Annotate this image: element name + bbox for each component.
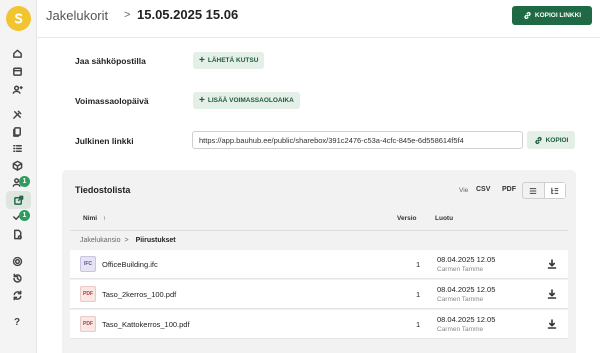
more-options-icon[interactable]: ⋮ [204, 8, 216, 20]
file-created-by: Carmen Tamme [437, 296, 484, 303]
file-name[interactable]: Taso_Kattokerros_100.pdf [102, 320, 190, 329]
sort-ascending-icon: ↑ [102, 215, 107, 222]
copy-button[interactable]: KOPIOI [527, 131, 575, 149]
export-csv-button[interactable]: CSV [476, 186, 490, 193]
list-icon [530, 187, 537, 194]
column-version[interactable]: Versio [397, 215, 417, 222]
download-icon[interactable] [547, 289, 557, 299]
link-icon [524, 11, 531, 20]
export-label: Vie [459, 187, 469, 194]
table-row[interactable]: IFC OfficeBuilding.ifc 1 08.04.2025 12.0… [70, 250, 568, 279]
page-title: 15.05.2025 15.06 [137, 7, 239, 22]
settings-icon[interactable] [10, 254, 24, 268]
public-link-label: Julkinen linkki [75, 136, 134, 146]
page-header: Jakelukorit > 15.05.2025 15.06 ⋮ KOPIOI … [37, 0, 600, 38]
file-created-date: 08.04.2025 12.05 [437, 255, 496, 264]
calendar-icon[interactable] [10, 64, 24, 78]
table-row[interactable]: PDF Taso_Kattokerros_100.pdf 1 08.04.202… [70, 310, 568, 339]
public-link-field[interactable]: https://app.bauhub.ee/public/sharebox/39… [192, 131, 523, 149]
copy-link-label: KOPIOI LINKKI [534, 12, 582, 19]
file-created-by: Carmen Tamme [437, 326, 484, 333]
file-list-title: Tiedostolista [75, 185, 131, 195]
user-tasks-badge: 1 [19, 176, 30, 187]
email-share-label: Jaa sähköpostilla [75, 56, 146, 66]
contacts-icon[interactable] [10, 82, 24, 96]
checklist-icon[interactable] [10, 141, 24, 155]
breadcrumb-root[interactable]: Jakelukansio [80, 237, 120, 244]
approval-badge: 1 [19, 210, 30, 221]
share-icon[interactable] [6, 191, 31, 209]
copy-link-button[interactable]: KOPIOI LINKKI [512, 6, 592, 25]
tools-icon[interactable] [10, 107, 24, 121]
help-icon[interactable]: ? [10, 315, 24, 329]
list-view-button[interactable] [523, 183, 544, 198]
link-icon [534, 136, 542, 144]
send-invite-button[interactable]: + LÄHETÄ KUTSU [193, 52, 265, 69]
column-name[interactable]: Nimi ↑ [83, 215, 106, 222]
download-icon[interactable] [547, 319, 557, 329]
download-icon[interactable] [547, 259, 557, 269]
file-name[interactable]: OfficeBuilding.ifc [102, 260, 158, 269]
add-validity-button[interactable]: + LISÄÄ VOIMASSAOLOAIKA [193, 92, 300, 109]
ifc-file-icon: IFC [80, 256, 96, 272]
breadcrumb-separator: > [124, 237, 129, 244]
add-validity-label: LISÄÄ VOIMASSAOLOAIKA [207, 97, 294, 104]
folder-breadcrumb: Jakelukansio > Piirustukset [70, 230, 568, 250]
column-created[interactable]: Luotu [435, 215, 453, 222]
pdf-file-icon: PDF [80, 286, 96, 302]
tree-list-icon [551, 187, 558, 194]
file-created-by: Carmen Tamme [437, 266, 484, 273]
pdf-file-icon: PDF [80, 316, 96, 332]
bauhub-logo[interactable] [6, 6, 31, 31]
breadcrumb-parent[interactable]: Jakelukorit [46, 8, 108, 23]
history-icon[interactable] [10, 271, 24, 285]
copy-label: KOPIOI [545, 136, 569, 144]
sync-icon[interactable] [10, 288, 24, 302]
file-version: 1 [416, 260, 421, 269]
home-icon[interactable] [10, 46, 24, 60]
documents-icon[interactable] [10, 124, 24, 138]
file-version: 1 [416, 290, 421, 299]
file-created-date: 08.04.2025 12.05 [437, 315, 496, 324]
box-icon[interactable] [10, 158, 24, 172]
plus-icon: + [199, 94, 205, 106]
table-row[interactable]: PDF Taso_2kerros_100.pdf 1 08.04.2025 12… [70, 280, 568, 309]
column-name-label: Nimi [83, 215, 98, 222]
plus-icon: + [199, 54, 205, 66]
sidebar: 1 1 ? [0, 0, 37, 353]
file-list-panel: Tiedostolista Vie CSV PDF Nimi ↑ Versio … [62, 170, 576, 353]
breadcrumb-current: Piirustukset [135, 237, 176, 244]
file-name[interactable]: Taso_2kerros_100.pdf [102, 290, 176, 299]
export-pdf-button[interactable]: PDF [502, 186, 516, 193]
breadcrumb-separator: > [124, 9, 131, 21]
view-toggle [522, 182, 566, 199]
send-invite-label: LÄHETÄ KUTSU [207, 57, 259, 64]
file-settings-icon[interactable] [10, 227, 24, 241]
tree-view-button[interactable] [543, 183, 565, 198]
validity-label: Voimassaolopäivä [75, 96, 149, 106]
file-created-date: 08.04.2025 12.05 [437, 285, 496, 294]
file-version: 1 [416, 320, 421, 329]
